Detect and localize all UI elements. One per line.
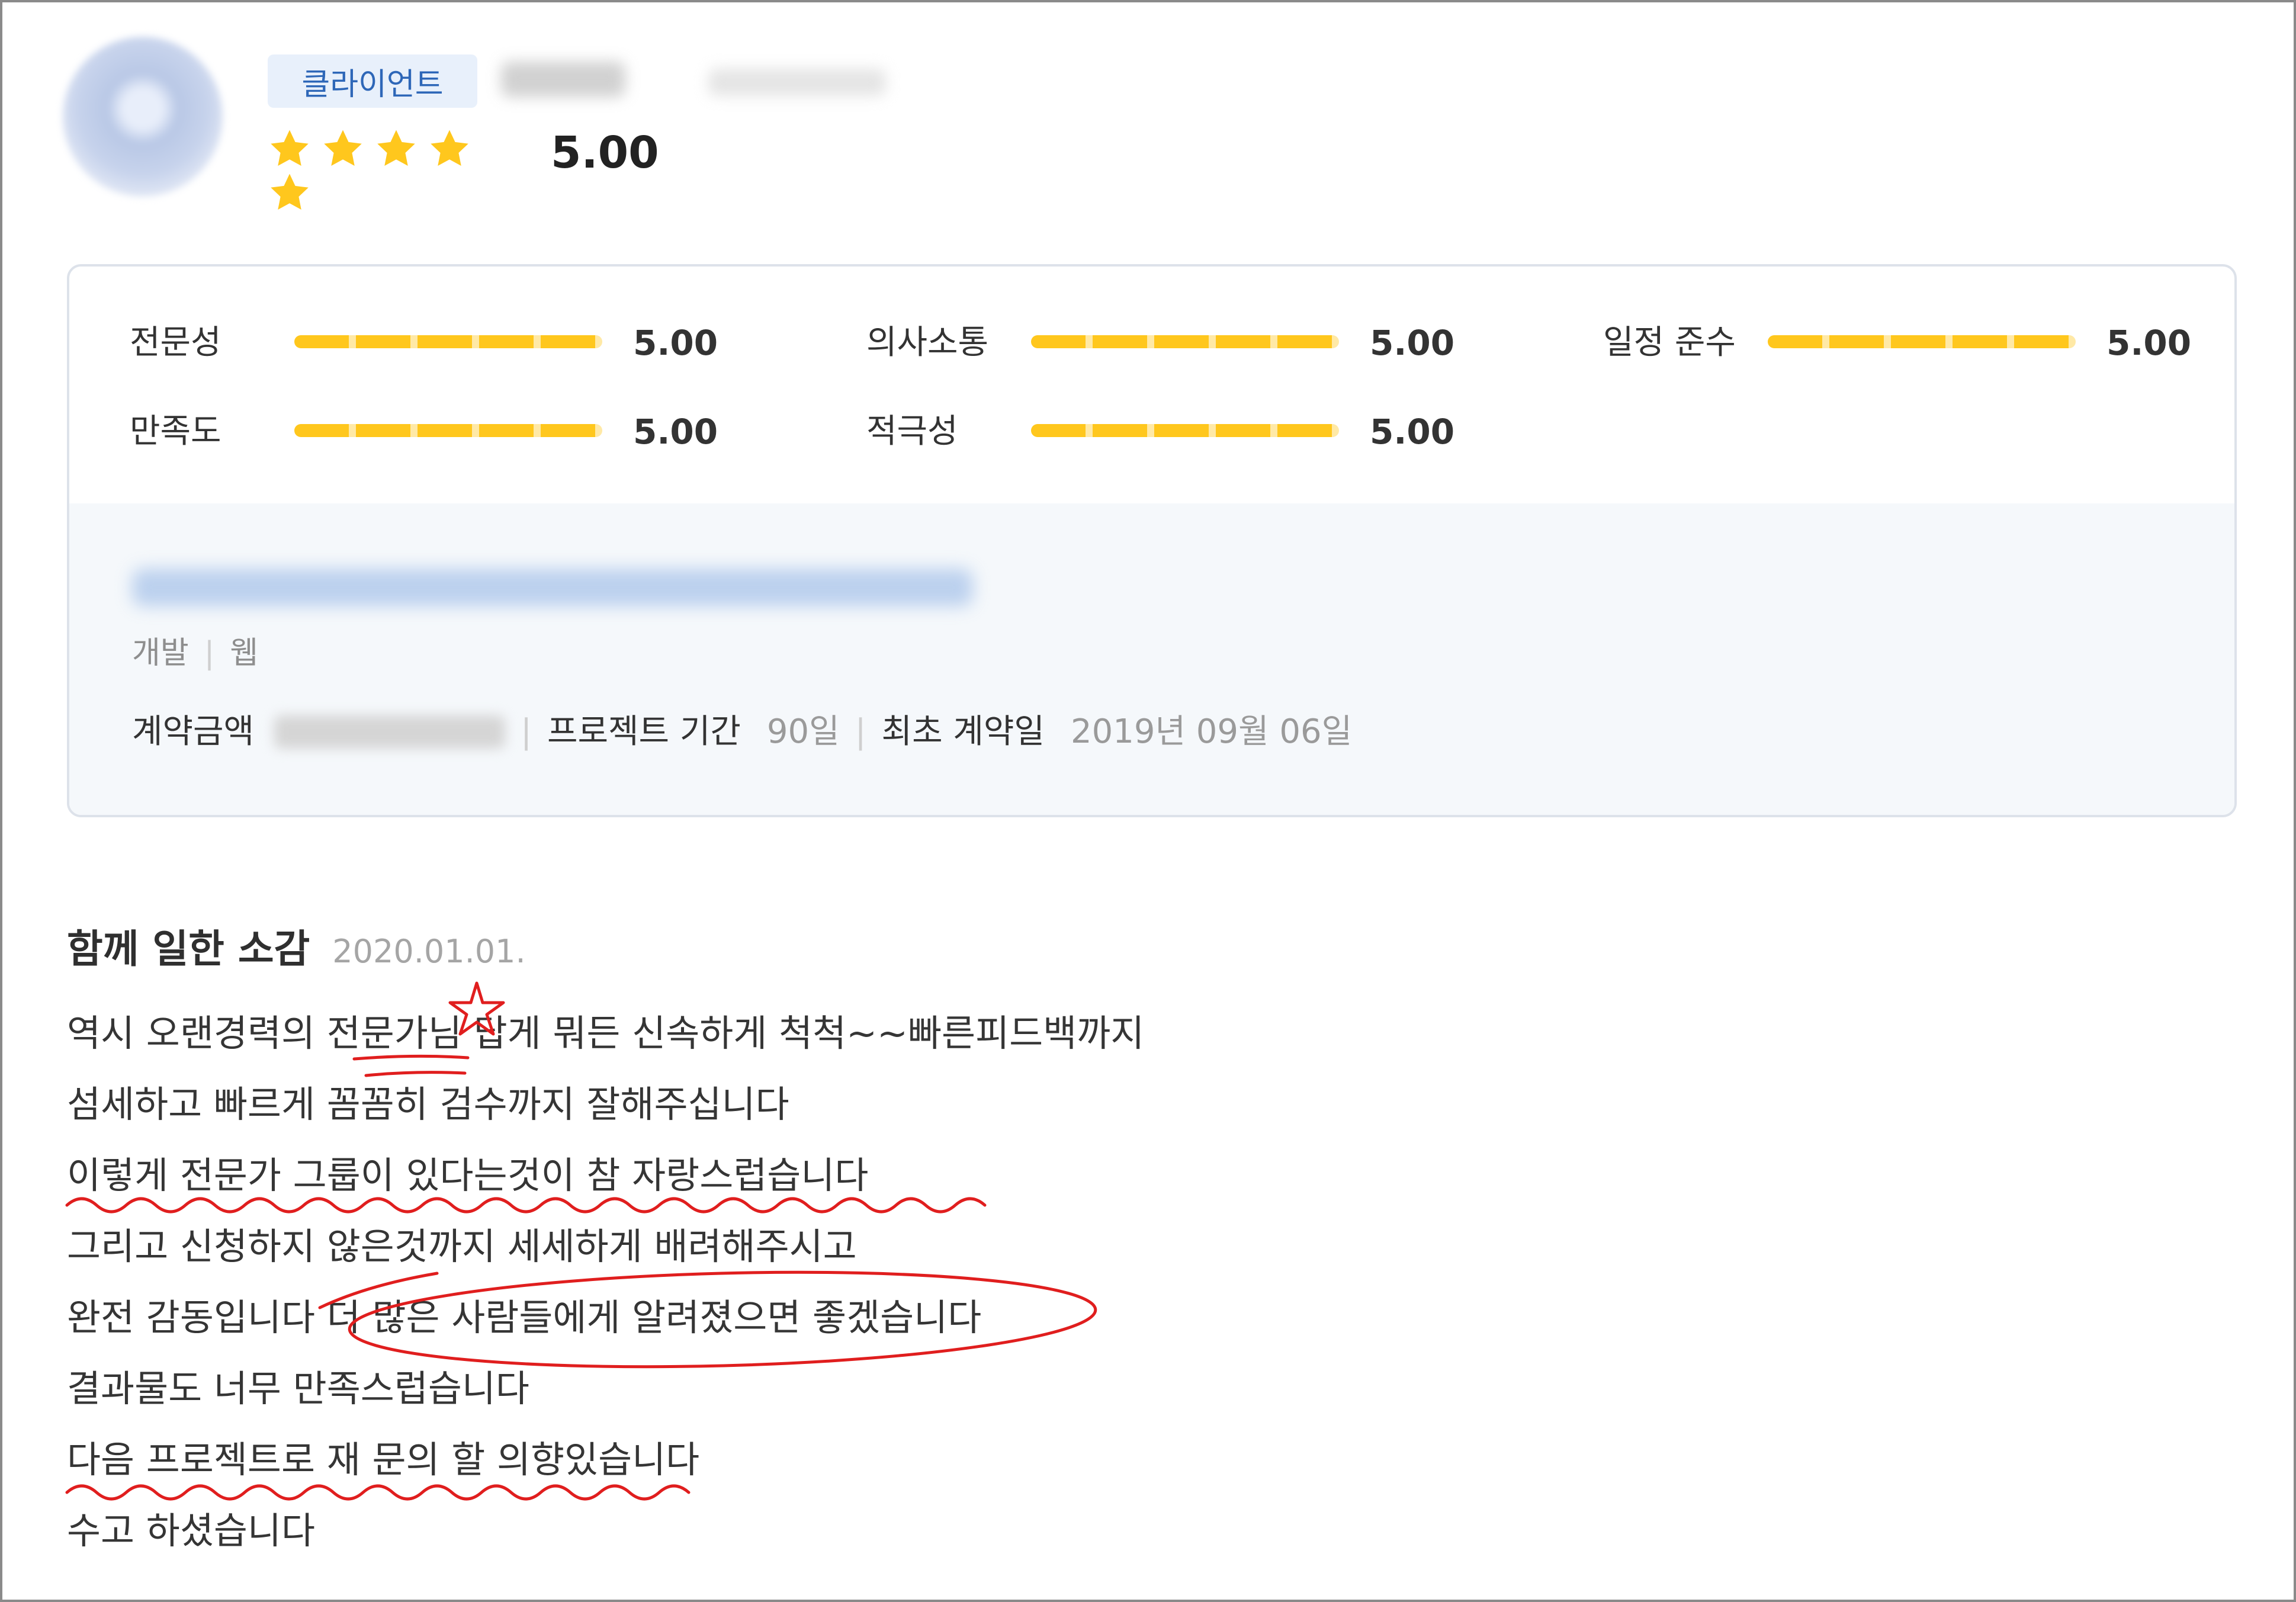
score-value-satisfaction: 5.00 bbox=[633, 412, 718, 452]
review-page: 클라이언트 5.00 전문성 5.00 의사소통 5.00 일정 준수 5.00… bbox=[0, 0, 2296, 1602]
score-bar-expertise bbox=[294, 335, 602, 348]
divider: | bbox=[204, 635, 215, 671]
reviewer-info-redacted bbox=[708, 69, 886, 96]
score-value-proactiveness: 5.00 bbox=[1370, 412, 1455, 452]
first-contract-label: 최초 계약일 bbox=[881, 712, 1045, 751]
score-label-schedule: 일정 준수 bbox=[1603, 323, 1736, 362]
review-line: 수고 하셨습니다 bbox=[67, 1509, 315, 1552]
star-icon bbox=[321, 127, 365, 171]
score-value-communication: 5.00 bbox=[1370, 323, 1455, 363]
review-line: 섬세하고 빠르게 꼼꼼히 검수까지 잘해주십니다 bbox=[67, 1083, 789, 1126]
star-icon bbox=[428, 127, 471, 171]
star-rating bbox=[268, 127, 522, 210]
amount-label: 계약금액 bbox=[132, 712, 255, 751]
category-label: 개발 bbox=[132, 635, 189, 671]
subcategory-label: 웹 bbox=[230, 635, 259, 671]
review-date: 2020.01.01. bbox=[332, 933, 526, 970]
review-line: 이렇게 전문가 그룹이 있다는것이 참 자랑스럽습니다 bbox=[67, 1154, 869, 1197]
score-label-expertise: 전문성 bbox=[130, 323, 221, 362]
review-line: 완전 감동입니다 더 많은 사람들에게 알려졌으면 좋겠습니다 bbox=[67, 1296, 982, 1339]
divider: | bbox=[855, 712, 866, 751]
score-value-expertise: 5.00 bbox=[633, 323, 718, 363]
review-header: 함께 일한 소감 2020.01.01. bbox=[67, 924, 526, 985]
project-category: 개발 | 웹 bbox=[132, 633, 258, 674]
period-label: 프로젝트 기간 bbox=[547, 712, 741, 751]
review-title: 함께 일한 소감 bbox=[67, 926, 310, 972]
reviewer-name-redacted bbox=[501, 62, 625, 97]
contract-info: 계약금액 | 프로젝트 기간 90일 | 최초 계약일 2019년 09월 06… bbox=[132, 711, 1352, 753]
score-label-satisfaction: 만족도 bbox=[130, 412, 221, 451]
star-icon bbox=[268, 127, 312, 171]
project-title-link-redacted[interactable] bbox=[132, 569, 973, 606]
role-badge: 클라이언트 bbox=[268, 54, 477, 108]
score-bar-proactiveness bbox=[1031, 424, 1339, 437]
score-bar-satisfaction bbox=[294, 424, 602, 437]
review-line: 역시 오랜경력의 전문가님 답게 뭐든 신속하게 척척~~빠른피드백까지 bbox=[67, 1012, 1145, 1055]
review-line: 다음 프로젝트로 재 문의 할 의향있습니다 bbox=[67, 1438, 700, 1481]
score-bar-communication bbox=[1031, 335, 1339, 348]
first-contract-value: 2019년 09월 06일 bbox=[1070, 712, 1353, 751]
avatar bbox=[63, 37, 223, 197]
project-info-panel bbox=[69, 503, 2234, 815]
star-icon bbox=[374, 127, 418, 171]
period-value: 90일 bbox=[766, 712, 840, 751]
divider: | bbox=[521, 712, 532, 751]
score-label-communication: 의사소통 bbox=[866, 323, 989, 362]
star-icon bbox=[268, 171, 312, 214]
score-card: 전문성 5.00 의사소통 5.00 일정 준수 5.00 만족도 5.00 적… bbox=[67, 264, 2237, 817]
score-label-proactiveness: 적극성 bbox=[866, 412, 958, 451]
amount-value-redacted bbox=[274, 715, 506, 749]
score-bar-schedule bbox=[1768, 335, 2076, 348]
review-line: 결과물도 너무 만족스럽습니다 bbox=[67, 1367, 529, 1410]
score-value-schedule: 5.00 bbox=[2106, 323, 2192, 363]
review-line: 그리고 신청하지 않은것까지 세세하게 배려해주시고 bbox=[67, 1225, 857, 1268]
overall-rating: 5.00 bbox=[551, 127, 659, 178]
